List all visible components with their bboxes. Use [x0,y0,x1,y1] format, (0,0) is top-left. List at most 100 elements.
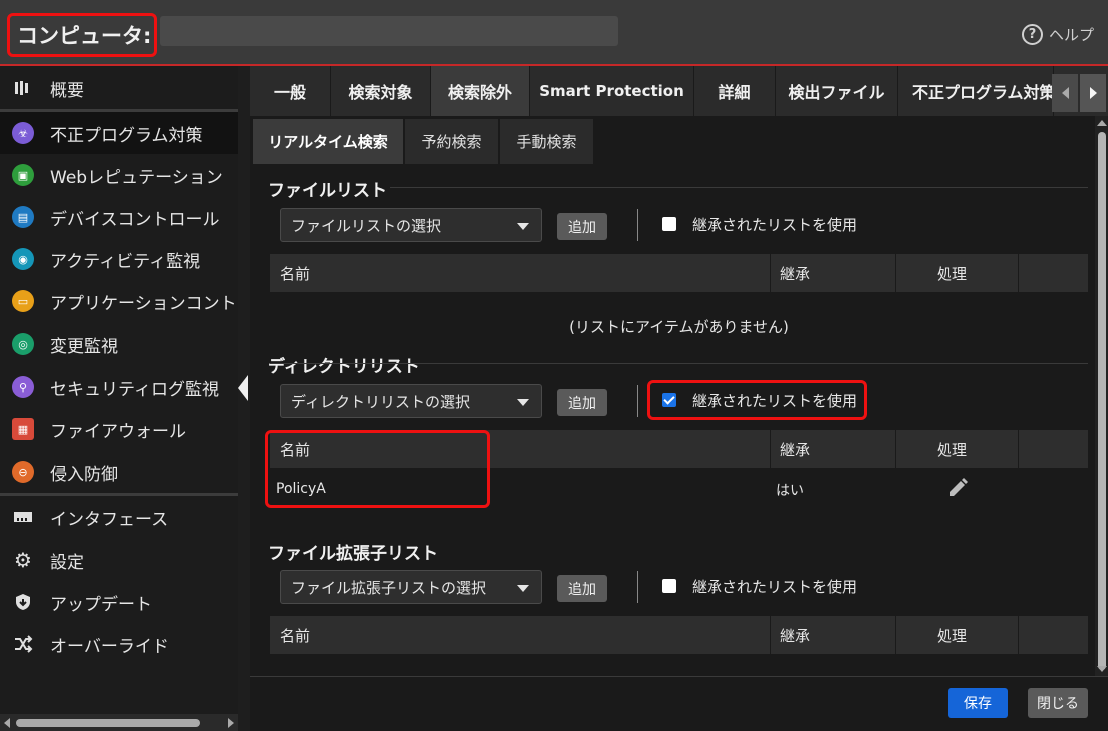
sidebar-item-settings[interactable]: ⚙ 設定 [0,539,238,581]
extension-list-add-button[interactable]: 追加 [557,575,607,602]
sidebar-item-label: 侵入防御 [50,464,118,485]
sidebar-item-overrides[interactable]: オーバーライド [0,623,238,665]
tab-smart-protection[interactable]: Smart Protection [530,66,694,116]
antimalware-icon: ☣ [12,122,34,144]
tab-advanced[interactable]: 詳細 [694,66,776,116]
file-list-table-header: 名前 継承 処理 [270,254,1088,292]
tab-scan-targets[interactable]: 検索対象 [331,66,431,116]
tab-scan-exclusions[interactable]: 検索除外 [431,66,530,116]
subtab-scheduled-scan[interactable]: 予約検索 [405,119,498,164]
sidebar-item-label: ファイアウォール [50,421,186,442]
activity-monitoring-icon: ◉ [12,248,34,270]
save-button[interactable]: 保存 [948,688,1008,718]
extension-list-select[interactable]: ファイル拡張子リストの選択 [280,570,542,604]
column-header-inherited[interactable]: 継承 [770,254,810,292]
firewall-icon: ▦ [12,418,34,440]
settings-gear-icon: ⚙ [14,548,32,572]
column-header-name[interactable]: 名前 [270,254,310,292]
dialog-footer: 保存 閉じる [250,676,1108,731]
extension-list-inherit-checkbox[interactable] [662,579,676,593]
sidebar-item-interfaces[interactable]: インタフェース [0,496,238,538]
sidebar-item-label: Webレピュテーション [50,167,223,188]
sidebar-item-label: アップデート [50,594,152,615]
main-panel: 一般 検索対象 検索除外 Smart Protection 詳細 検出ファイル … [250,66,1108,731]
select-value: ファイル拡張子リストの選択 [291,578,487,597]
directory-list-select[interactable]: ディレクトリリストの選択 [280,384,542,418]
directory-row-inherited: はい [776,483,804,499]
scrollbar-thumb[interactable] [1098,132,1106,670]
column-divider [1018,430,1019,468]
sidebar-item-overview[interactable]: 概要 [0,67,238,109]
scroll-up-icon [1097,120,1107,126]
file-list-add-button[interactable]: 追加 [557,213,607,240]
sidebar-item-application-control[interactable]: ▭ アプリケーションコントロール [0,280,238,322]
intrusion-prevention-icon: ⊖ [12,461,34,483]
tab-general[interactable]: 一般 [250,66,331,116]
scroll-right-icon [228,718,234,728]
sidebar-item-updates[interactable]: アップデート [0,581,238,623]
sidebar-item-firewall[interactable]: ▦ ファイアウォール [0,408,238,450]
overview-icon [12,77,34,99]
subtab-realtime-scan[interactable]: リアルタイム検索 [253,119,403,164]
sidebar-item-integrity-monitoring[interactable]: ◎ 変更監視 [0,323,238,365]
sidebar-item-log-inspection[interactable]: ⚲ セキュリティログ監視 [0,366,238,408]
column-header-name[interactable]: 名前 [270,616,310,654]
column-divider [895,430,896,468]
sidebar-item-web-reputation[interactable]: ▣ Webレピュテーション [0,154,238,196]
device-control-icon: ▤ [12,206,34,228]
vertical-separator [637,571,638,603]
help-label: ヘルプ [1048,26,1094,44]
web-reputation-icon: ▣ [12,164,34,186]
file-list-title: ファイルリスト [268,181,387,201]
scrollbar-thumb[interactable] [16,719,200,727]
sidebar-item-label: 不正プログラム対策 [50,125,203,146]
sidebar-item-label: 設定 [50,552,84,573]
sidebar-item-activity-monitoring[interactable]: ◉ アクティビティ監視 [0,238,238,280]
file-list-select[interactable]: ファイルリストの選択 [280,208,542,242]
column-header-inherited[interactable]: 継承 [770,430,810,468]
tab-bar: 一般 検索対象 検索除外 Smart Protection 詳細 検出ファイル … [250,66,1108,116]
directory-list-title: ディレクトリリスト [268,357,420,377]
subtab-manual-scan[interactable]: 手動検索 [500,119,593,164]
vertical-separator [637,385,638,417]
column-header-action[interactable]: 処理 [927,616,967,654]
application-control-icon: ▭ [12,290,34,312]
tab-antimalware-events[interactable]: 不正プログラム対策 [898,66,1054,116]
tab-identified-files[interactable]: 検出ファイル [776,66,898,116]
log-inspection-icon: ⚲ [12,376,34,398]
collapse-arrow-icon [238,375,248,401]
sidebar-item-intrusion-prevention[interactable]: ⊖ 侵入防御 [0,451,238,493]
help-link[interactable]: ? ヘルプ [1021,24,1094,45]
column-header-action[interactable]: 処理 [927,254,967,292]
scroll-down-icon [1097,666,1107,672]
tab-scroll-right-button[interactable] [1080,74,1106,112]
sidebar-item-antimalware[interactable]: ☣ 不正プログラム対策 [0,112,238,154]
column-header-inherited[interactable]: 継承 [770,616,810,654]
overrides-icon [12,633,34,655]
file-list-inherit-label: 継承されたリストを使用 [692,216,858,234]
vertical-separator [637,209,638,241]
sidebar-horizontal-scrollbar[interactable] [0,714,238,731]
extension-list-table-header: 名前 継承 処理 [270,616,1088,654]
directory-list-add-button[interactable]: 追加 [557,389,607,416]
column-divider [895,616,896,654]
tab-scroll-left-button[interactable] [1052,74,1078,112]
main-vertical-scrollbar[interactable] [1095,116,1108,676]
column-divider [1018,616,1019,654]
select-value: ファイルリストの選択 [291,216,442,235]
close-button[interactable]: 閉じる [1028,688,1088,718]
sidebar-item-label: アプリケーションコントロール [50,293,238,314]
sidebar-item-label: 変更監視 [50,336,118,357]
edit-pencil-icon[interactable] [947,477,969,499]
inherit-checkbox-highlight [647,380,867,420]
chevron-down-icon [517,399,529,406]
sidebar-item-label: セキュリティログ監視 [50,379,219,400]
arrow-right-icon [1089,87,1097,99]
column-divider [895,254,896,292]
file-list-empty-message: (リストにアイテムがありません) [569,318,789,336]
sidebar-item-label: インタフェース [50,509,169,530]
sidebar-item-device-control[interactable]: ▤ デバイスコントロール [0,196,238,238]
column-header-action[interactable]: 処理 [927,430,967,468]
column-divider [1018,254,1019,292]
file-list-inherit-checkbox[interactable] [662,217,676,231]
